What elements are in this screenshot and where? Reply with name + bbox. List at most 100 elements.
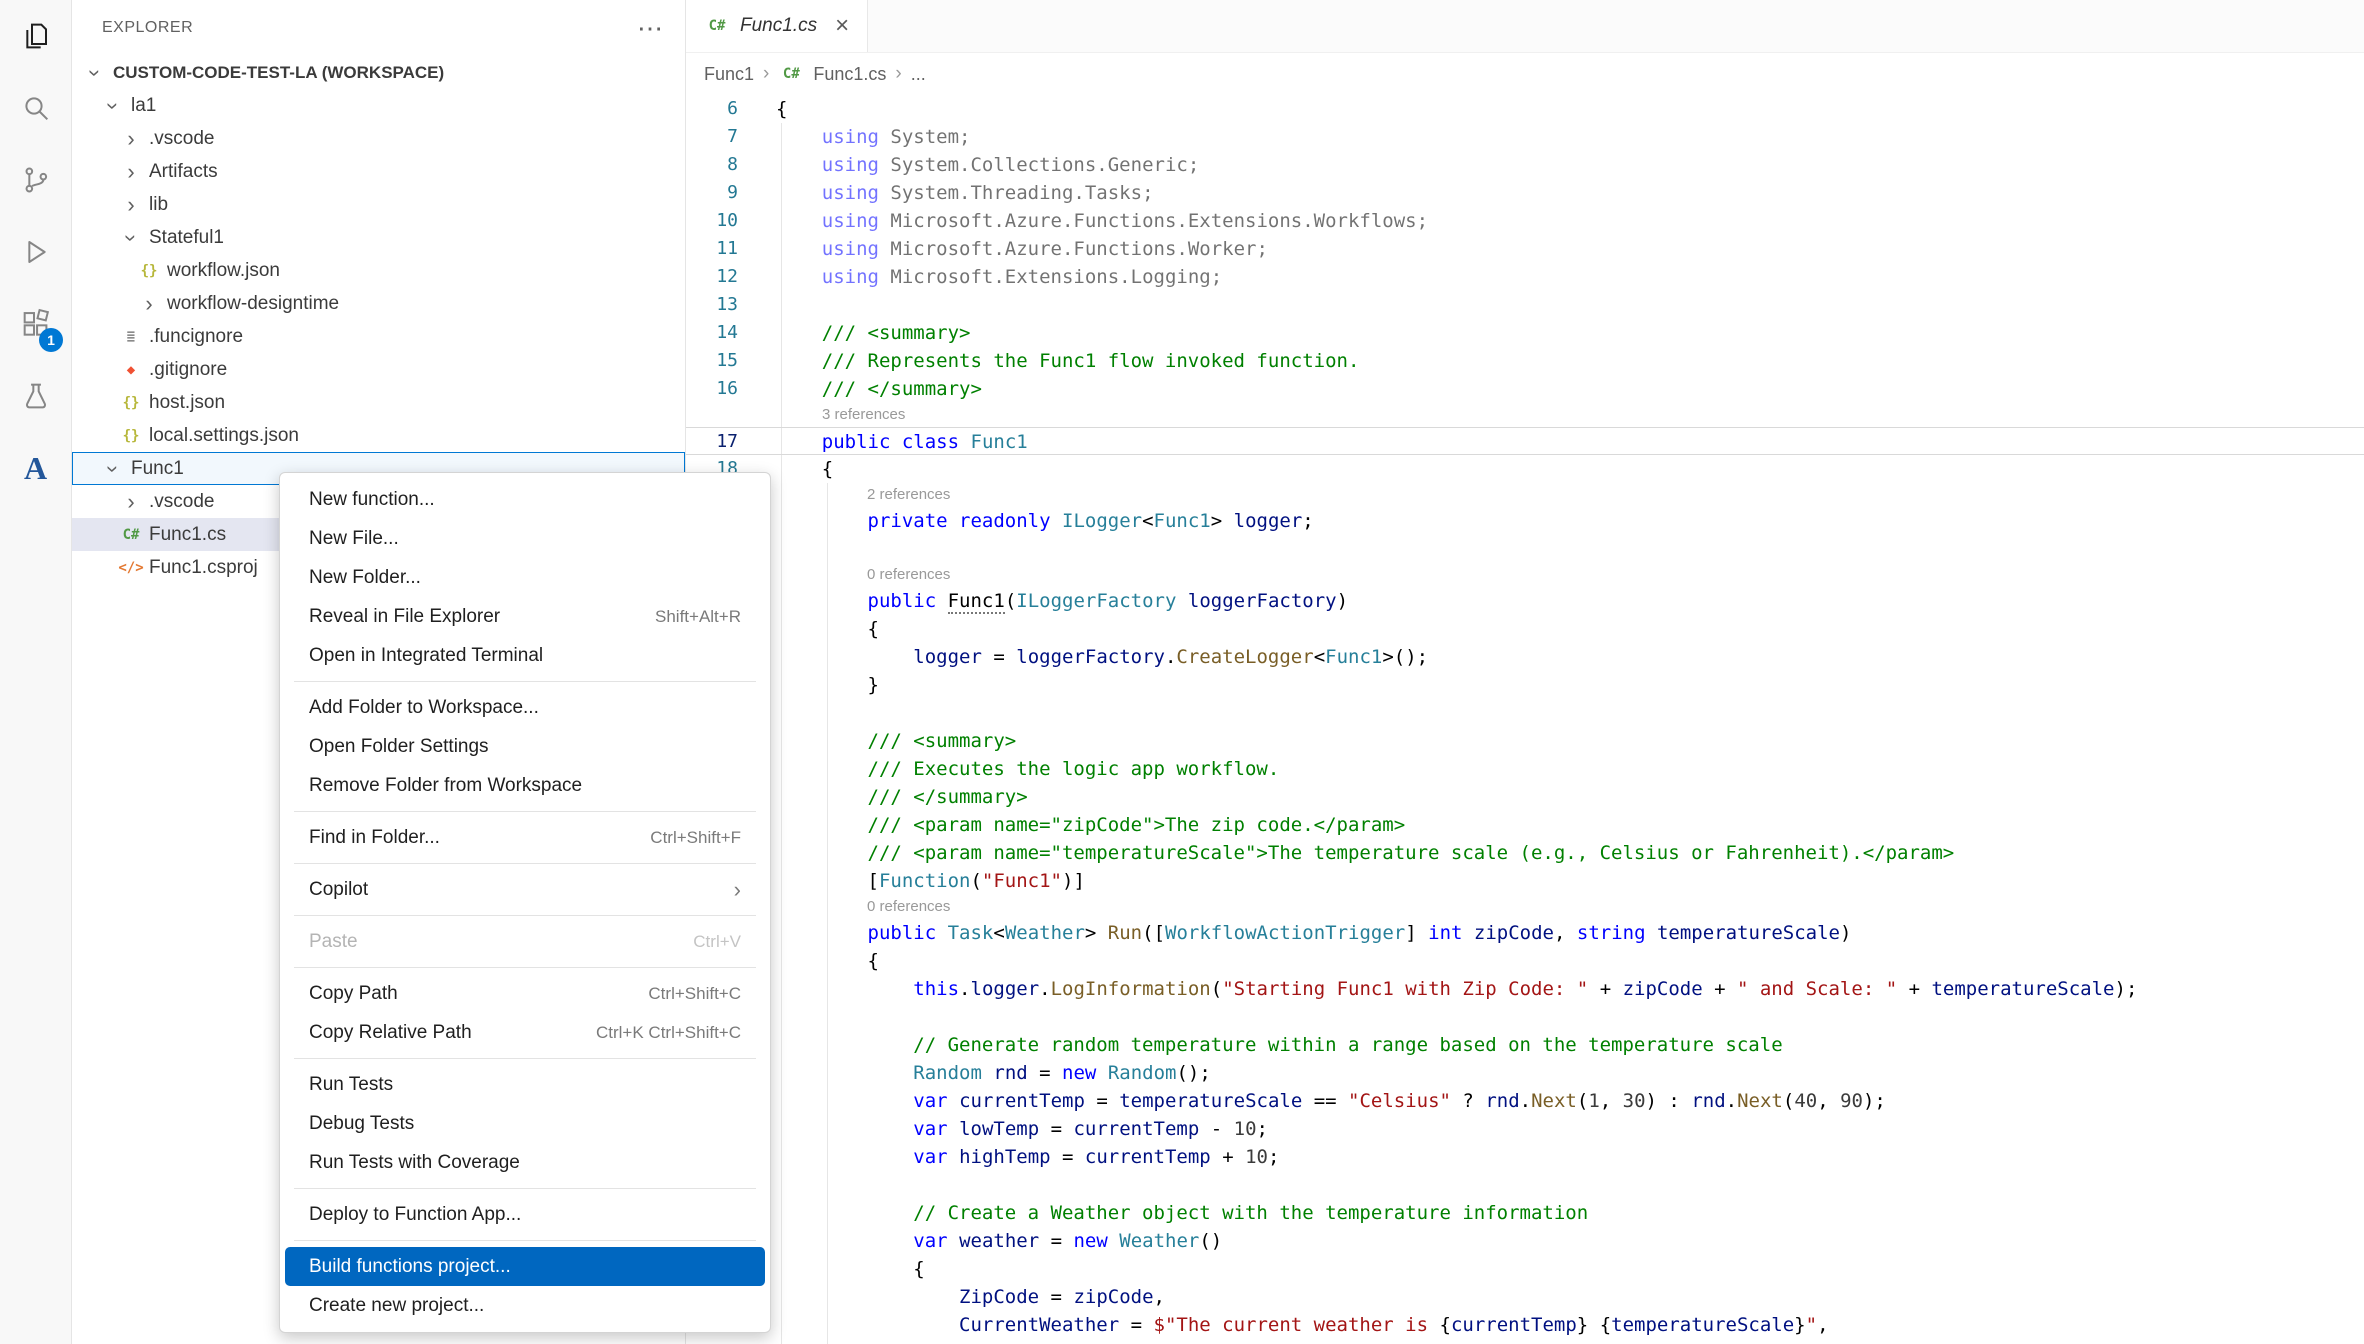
code-line[interactable]: 9 using System.Threading.Tasks; [686,179,2364,207]
menu-item-find-in-folder[interactable]: Find in Folder...Ctrl+Shift+F [285,818,765,857]
code-line[interactable]: 6{ [686,95,2364,123]
code-line[interactable]: 39 var lowTemp = currentTemp - 10; [686,1115,2364,1143]
tree-item-local-settings-json[interactable]: {}local.settings.json [72,419,685,452]
code-line[interactable]: 22 { [686,615,2364,643]
codelens-label[interactable]: 0 references [867,895,950,919]
menu-item-create-new-project[interactable]: Create new project... [285,1286,765,1325]
testing-icon[interactable] [0,360,71,432]
code-line[interactable]: 26 /// <summary> [686,727,2364,755]
codelens[interactable]: 2 references [686,483,2364,507]
tab-func1cs[interactable]: C# Func1.cs × [686,0,868,52]
code-line[interactable]: 30 /// <param name="temperatureScale">Th… [686,839,2364,867]
tree-item-stateful1[interactable]: ›Stateful1 [72,221,685,254]
breadcrumb-file[interactable]: Func1.cs [813,64,886,85]
codelens[interactable]: 0 references [686,895,2364,919]
code-line[interactable]: 28 /// </summary> [686,783,2364,811]
code-line[interactable]: 34 this.logger.LogInformation("Starting … [686,975,2364,1003]
code-line[interactable]: 19 private readonly ILogger<Func1> logge… [686,507,2364,535]
code-line[interactable]: 46 CurrentWeather = $"The current weathe… [686,1311,2364,1339]
breadcrumb-folder[interactable]: Func1 [704,64,754,85]
menu-item-copilot[interactable]: Copilot› [285,870,765,909]
search-icon[interactable] [0,72,71,144]
code-line[interactable]: 24 } [686,671,2364,699]
tree-item-vscode[interactable]: ›.vscode [72,122,685,155]
code-line[interactable]: 43 var weather = new Weather() [686,1227,2364,1255]
menu-item-copy-relative-path[interactable]: Copy Relative PathCtrl+K Ctrl+Shift+C [285,1013,765,1052]
more-actions-icon[interactable]: ⋯ [637,15,663,41]
menu-item-new-function[interactable]: New function... [285,480,765,519]
codelens-label[interactable]: 3 references [822,403,905,427]
code-line[interactable]: 15 /// Represents the Func1 flow invoked… [686,347,2364,375]
tree-item-artifacts[interactable]: ›Artifacts [72,155,685,188]
code-line[interactable]: 25 [686,699,2364,727]
code-line[interactable]: 20 [686,535,2364,563]
code-line[interactable]: 35 [686,1003,2364,1031]
menu-item-run-tests[interactable]: Run Tests [285,1065,765,1104]
code-editor[interactable]: 6{7 using System;8 using System.Collecti… [686,95,2364,1344]
run-debug-icon[interactable] [0,216,71,288]
code-line[interactable]: 18 { [686,455,2364,483]
tree-item-workflow-designtime[interactable]: ›workflow-designtime [72,287,685,320]
code-line[interactable]: 45 ZipCode = zipCode, [686,1283,2364,1311]
menu-item-add-folder-to-workspace[interactable]: Add Folder to Workspace... [285,688,765,727]
menu-item-label: Deploy to Function App... [309,1204,741,1226]
breadcrumb-symbol[interactable]: ... [911,64,926,85]
code-line[interactable]: 29 /// <param name="zipCode">The zip cod… [686,811,2364,839]
source-control-icon[interactable] [0,144,71,216]
menu-separator [294,967,756,968]
code-line[interactable]: 27 /// Executes the logic app workflow. [686,755,2364,783]
tree-item-la1[interactable]: ›la1 [72,89,685,122]
menu-item-label: New function... [309,489,741,511]
code-line[interactable]: 7 using System; [686,123,2364,151]
menu-item-new-folder[interactable]: New Folder... [285,558,765,597]
menu-item-open-folder-settings[interactable]: Open Folder Settings [285,727,765,766]
code-line[interactable]: 11 using Microsoft.Azure.Functions.Worke… [686,235,2364,263]
explorer-icon[interactable] [0,0,71,72]
codelens-label[interactable]: 0 references [867,563,950,587]
menu-item-debug-tests[interactable]: Debug Tests [285,1104,765,1143]
menu-item-remove-folder-from-workspace[interactable]: Remove Folder from Workspace [285,766,765,805]
codelens[interactable]: 3 references [686,403,2364,427]
tree-item-funcignore[interactable]: ≣.funcignore [72,320,685,353]
code-line[interactable]: 10 using Microsoft.Azure.Functions.Exten… [686,207,2364,235]
code-line[interactable]: 37 Random rnd = new Random(); [686,1059,2364,1087]
code-line[interactable]: 8 using System.Collections.Generic; [686,151,2364,179]
code-line[interactable]: 12 using Microsoft.Extensions.Logging; [686,263,2364,291]
menu-item-deploy-to-function-app[interactable]: Deploy to Function App... [285,1195,765,1234]
code-line[interactable]: 44 { [686,1255,2364,1283]
code-line-text: var lowTemp = currentTemp - 10; [776,1115,2364,1143]
json-icon: {} [118,395,144,411]
code-line[interactable]: 32 public Task<Weather> Run([WorkflowAct… [686,919,2364,947]
code-line[interactable]: 17 public class Func1 [686,427,2364,455]
code-line[interactable]: 31 [Function("Func1")] [686,867,2364,895]
code-line[interactable]: 42 // Create a Weather object with the t… [686,1199,2364,1227]
menu-item-label: Copy Path [309,983,648,1005]
tree-item-lib[interactable]: ›lib [72,188,685,221]
code-line[interactable]: 41 [686,1171,2364,1199]
extensions-icon[interactable]: 1 [0,288,71,360]
codelens[interactable]: 0 references [686,563,2364,587]
tree-item-custom-code-test-la-workspace[interactable]: ›CUSTOM-CODE-TEST-LA (WORKSPACE) [72,56,685,89]
tab-bar: C# Func1.cs × [686,0,2364,53]
code-line[interactable]: 38 var currentTemp = temperatureScale ==… [686,1087,2364,1115]
code-line[interactable]: 36 // Generate random temperature within… [686,1031,2364,1059]
code-line[interactable]: 13 [686,291,2364,319]
code-line[interactable]: 14 /// <summary> [686,319,2364,347]
codelens-label[interactable]: 2 references [867,483,950,507]
azure-logicapps-icon[interactable]: A [0,432,71,504]
menu-item-copy-path[interactable]: Copy PathCtrl+Shift+C [285,974,765,1013]
code-line[interactable]: 33 { [686,947,2364,975]
tree-item-host-json[interactable]: {}host.json [72,386,685,419]
tree-item-workflow-json[interactable]: {}workflow.json [72,254,685,287]
menu-item-new-file[interactable]: New File... [285,519,765,558]
code-line[interactable]: 40 var highTemp = currentTemp + 10; [686,1143,2364,1171]
tree-item-gitignore[interactable]: ◆.gitignore [72,353,685,386]
close-icon[interactable]: × [835,14,849,38]
menu-item-reveal-in-file-explorer[interactable]: Reveal in File ExplorerShift+Alt+R [285,597,765,636]
code-line[interactable]: 16 /// </summary> [686,375,2364,403]
menu-item-run-tests-with-coverage[interactable]: Run Tests with Coverage [285,1143,765,1182]
menu-item-build-functions-project[interactable]: Build functions project... [285,1247,765,1286]
menu-item-open-in-integrated-terminal[interactable]: Open in Integrated Terminal [285,636,765,675]
code-line[interactable]: 21 public Func1(ILoggerFactory loggerFac… [686,587,2364,615]
code-line[interactable]: 23 logger = loggerFactory.CreateLogger<F… [686,643,2364,671]
